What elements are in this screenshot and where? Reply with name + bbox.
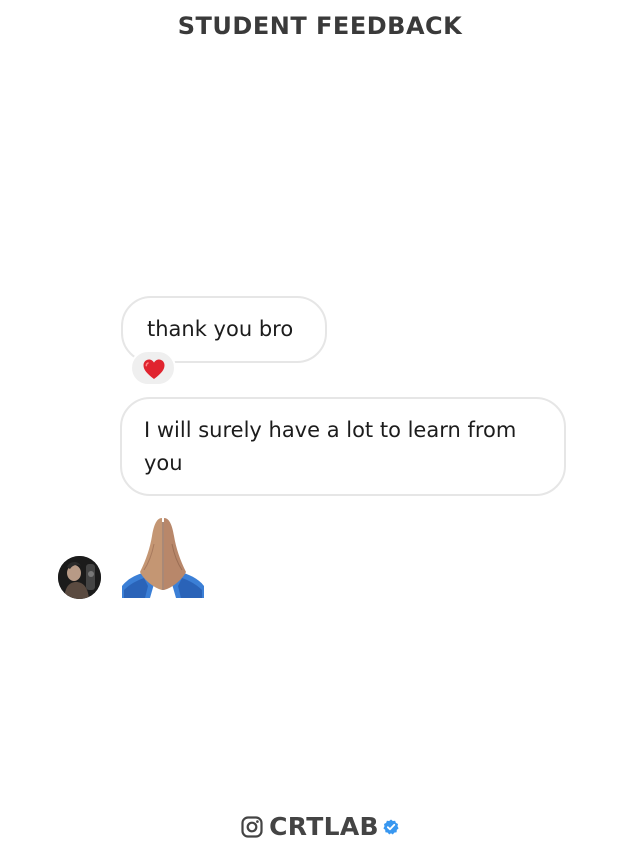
heart-icon (143, 359, 165, 379)
folded-hands-emoji (120, 514, 206, 600)
sender-avatar[interactable] (58, 556, 101, 599)
message-bubble[interactable]: I will surely have a lot to learn from y… (120, 397, 566, 496)
message-text: thank you bro (147, 317, 294, 341)
page-title: STUDENT FEEDBACK (177, 12, 463, 40)
brand-name[interactable]: CRTLAB (269, 812, 379, 841)
instagram-icon[interactable] (241, 815, 263, 838)
message-text: I will surely have a lot to learn from y… (144, 418, 517, 475)
footer: CRTLAB (0, 812, 640, 841)
reaction-pill[interactable] (130, 350, 176, 386)
verified-badge-icon (383, 819, 399, 834)
